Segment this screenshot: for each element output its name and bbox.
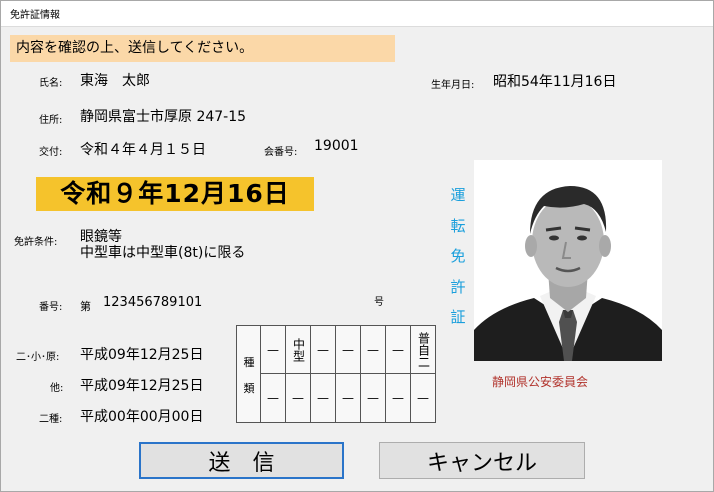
vertical-char: 許: [450, 277, 466, 296]
category-cell: —: [261, 326, 286, 374]
category-cell: —: [386, 374, 411, 422]
category-cell: —: [286, 374, 311, 422]
number-suffix: 号: [374, 297, 384, 308]
category-cell: —: [336, 326, 361, 374]
category-label-top: 種: [243, 356, 255, 369]
name-label: 氏名:: [39, 78, 63, 89]
vertical-char: 転: [450, 216, 466, 235]
vertical-char: 証: [450, 308, 466, 326]
nishogen-label: 二･小･原:: [16, 352, 60, 363]
portrait-image: [474, 160, 662, 361]
category-cell: —: [311, 326, 336, 374]
birth-value: 昭和54年11月16日: [493, 74, 617, 90]
category-cell: —: [261, 374, 286, 422]
other-date: 平成09年12月25日: [80, 378, 204, 394]
conditions-label: 免許条件:: [14, 237, 58, 248]
second-class-date: 平成00年00月00日: [80, 409, 204, 425]
category-row-label: 種 類: [237, 326, 261, 422]
vertical-license-title: 運 転 免 許 証: [447, 184, 469, 337]
license-category-grid: 種 類 — 中型 — — — — 普自二 — — — — — — —: [236, 325, 436, 423]
category-cell: —: [386, 326, 411, 374]
number-prefix: 第: [80, 300, 91, 313]
id-photo: [474, 160, 662, 361]
number-label: 番号:: [39, 302, 63, 313]
conditions-line2: 中型車は中型車(8t)に限る: [80, 245, 246, 261]
name-value: 東海 太郎: [80, 73, 150, 89]
category-cell: —: [311, 374, 336, 422]
cancel-button[interactable]: キャンセル: [379, 442, 585, 479]
category-cell: 中型: [286, 326, 311, 374]
category-cell: 普自二: [411, 326, 435, 374]
meeting-value: 19001: [314, 138, 359, 154]
instruction-banner: 内容を確認の上、送信してください。: [10, 35, 395, 62]
category-cell: —: [361, 374, 386, 422]
address-label: 住所:: [39, 115, 63, 126]
send-button[interactable]: 送 信: [139, 442, 344, 479]
window-title: 免許証情報: [10, 10, 60, 21]
category-label-bottom: 類: [243, 382, 255, 395]
second-class-label: 二種:: [39, 414, 63, 425]
issue-value: 令和４年４月１５日: [80, 142, 206, 158]
category-cell: —: [361, 326, 386, 374]
other-label: 他:: [50, 383, 64, 394]
address-value: 静岡県富士市厚原 247-15: [80, 109, 247, 125]
issue-label: 交付:: [39, 147, 63, 158]
issuer-name: 静岡県公安委員会: [492, 375, 589, 389]
vertical-char: 免: [450, 247, 466, 265]
category-cell: —: [417, 391, 429, 405]
nishogen-date: 平成09年12月25日: [80, 347, 204, 363]
category-cell: —: [336, 374, 361, 422]
birth-label: 生年月日:: [431, 80, 475, 91]
title-bar: 免許証情報: [0, 0, 714, 27]
vertical-char: 運: [450, 186, 466, 204]
license-number: 123456789101: [103, 295, 203, 310]
meeting-label: 会番号:: [264, 147, 298, 158]
expiry-date: 令和９年12月16日: [36, 177, 314, 211]
